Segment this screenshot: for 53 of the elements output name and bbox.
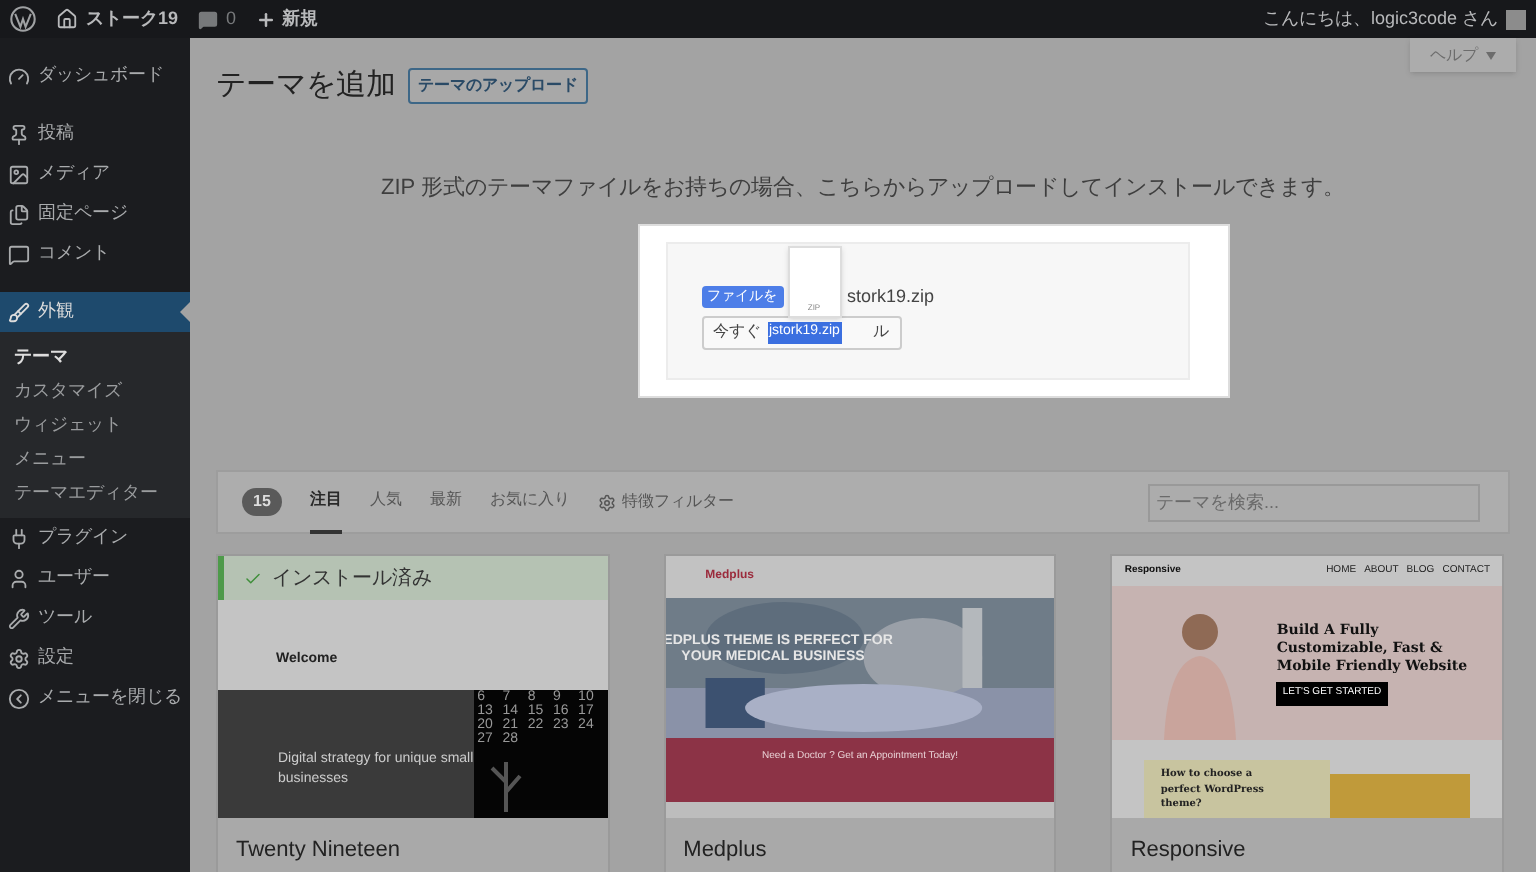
submenu-item[interactable]: テーマ: [0, 340, 190, 374]
site-link[interactable]: ストーク19: [56, 5, 179, 33]
feature-filter-button[interactable]: 特徴フィルター: [598, 490, 734, 514]
settings-icon: [8, 647, 30, 669]
file-name: stork19.zip: [847, 284, 935, 310]
submenu-item[interactable]: メニュー: [0, 442, 190, 476]
new-link[interactable]: 新規: [256, 5, 319, 33]
upload-description: ZIP 形式のテーマファイルをお持ちの場合、こちらからアップロードしてインストールできます。: [379, 173, 1347, 203]
theme-name: Twenty Nineteen: [236, 838, 400, 862]
settings-icon: [598, 493, 616, 511]
menu-item[interactable]: 投稿: [0, 114, 190, 154]
theme-name: Responsive: [1130, 838, 1246, 862]
pages-icon: [8, 203, 30, 225]
submenu-item[interactable]: テーマエディター: [0, 476, 190, 510]
post-image: [1330, 774, 1470, 818]
brush-icon: [8, 301, 30, 323]
collapse-icon: [8, 687, 30, 709]
menu-item[interactable]: ユーザー: [0, 558, 190, 598]
avatar-icon[interactable]: [1506, 9, 1526, 29]
greeting[interactable]: こんにちは、logic3code さん: [1262, 5, 1498, 33]
page-title: テーマを追加: [216, 66, 396, 106]
home-icon: [56, 8, 78, 30]
menu-item[interactable]: ツール: [0, 598, 190, 638]
plus-icon: [256, 9, 277, 29]
menu-item[interactable]: ダッシュボード: [0, 56, 190, 96]
submenu-item[interactable]: ウィジェット: [0, 408, 190, 442]
menu-item[interactable]: 外観: [0, 292, 190, 332]
media-icon: [8, 163, 30, 185]
upload-theme-button[interactable]: テーマのアップロード: [408, 68, 588, 105]
caret-icon: [1486, 51, 1496, 59]
theme-count: 15: [242, 488, 282, 516]
filter-tab[interactable]: 注目: [310, 470, 342, 534]
theme-name: Medplus: [683, 838, 767, 862]
gauge-icon: [8, 65, 30, 87]
wordpress-logo[interactable]: [10, 6, 36, 32]
submenu-item[interactable]: カスタマイズ: [0, 374, 190, 408]
user-icon: [8, 567, 30, 589]
menu-item[interactable]: コメント: [0, 234, 190, 274]
menu-item[interactable]: メディア: [0, 154, 190, 194]
menu-item[interactable]: 設定: [0, 638, 190, 678]
plug-icon: [8, 527, 30, 549]
menu-item[interactable]: プラグイン: [0, 518, 190, 558]
pushpin-icon: [8, 123, 30, 145]
installed-notice: インストール済み: [218, 556, 608, 600]
comments-link[interactable]: 0: [198, 5, 237, 33]
check-icon: [244, 569, 262, 587]
speech-bubble-icon: [198, 9, 219, 29]
wrench-icon: [8, 607, 30, 629]
menu-item[interactable]: 固定ページ: [0, 194, 190, 234]
search-field[interactable]: テーマを検索...: [1148, 483, 1480, 521]
current-pointer-icon: [180, 302, 190, 322]
menu-item[interactable]: メニューを閉じる: [0, 678, 190, 718]
speech-bubble-icon: [8, 243, 30, 265]
